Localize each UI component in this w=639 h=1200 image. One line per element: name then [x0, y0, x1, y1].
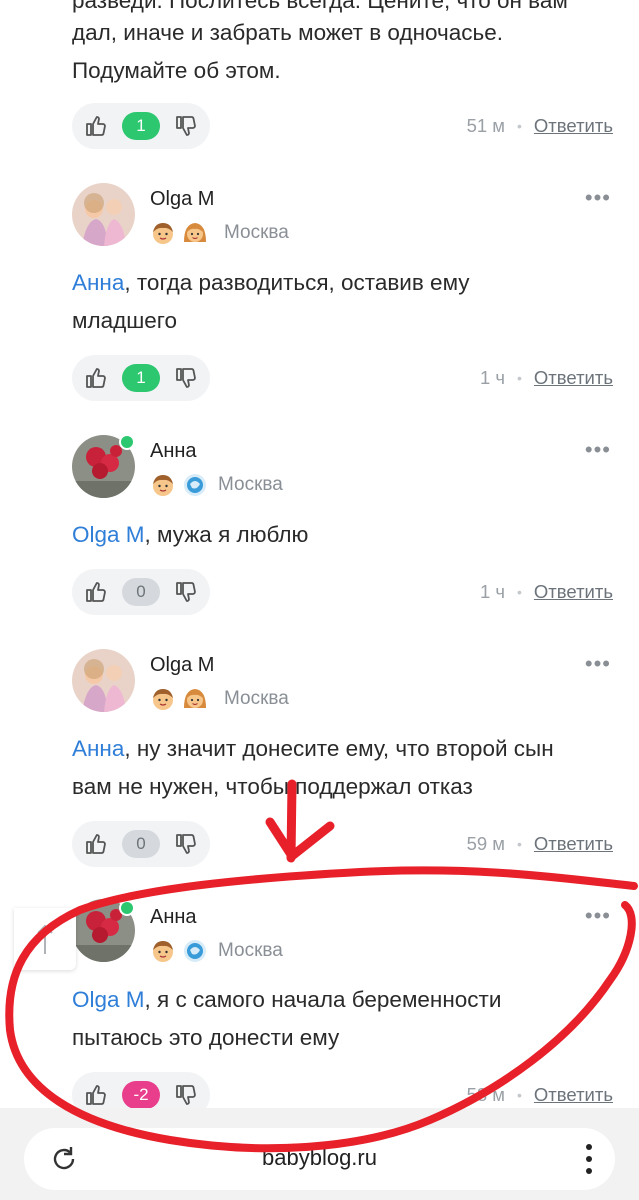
avatar[interactable]	[72, 183, 135, 246]
thumbs-down-icon[interactable]	[174, 580, 198, 604]
avatar[interactable]	[72, 649, 135, 712]
more-dots-icon[interactable]: •••	[585, 903, 611, 929]
author-name[interactable]: Анна	[150, 440, 197, 463]
more-dots-icon[interactable]: •••	[585, 437, 611, 463]
ultrasound-icon	[184, 474, 206, 496]
boy-child-icon	[153, 941, 173, 962]
vote-count: -2	[122, 1081, 160, 1109]
vote-widget: 1	[72, 355, 210, 401]
mention-link[interactable]: Olga M	[72, 522, 145, 547]
separator-dot: •	[517, 836, 522, 852]
separator-dot: •	[517, 584, 522, 600]
vote-widget: 0	[72, 821, 210, 867]
comment-text-line: , тогда разводиться, оставив ему	[124, 270, 470, 295]
vote-widget: 1	[72, 103, 210, 149]
comment-meta: 59 м • Ответить	[467, 833, 613, 855]
comment-time: 1 ч	[479, 367, 506, 388]
author-badges: Москва	[150, 472, 283, 498]
comment-text-line: , я с самого начала беременности	[144, 987, 502, 1012]
comment-text-line: вам не нужен, чтобы поддержал отказ	[72, 774, 473, 799]
thumbs-down-icon[interactable]	[174, 832, 198, 856]
thumbs-up-icon[interactable]	[84, 114, 108, 138]
comment-text-line: Подумайте об этом.	[72, 58, 281, 83]
comment-text: Olga M, мужа я люблю	[72, 516, 599, 554]
author-badges: Москва	[150, 220, 289, 246]
reply-link[interactable]: Ответить	[534, 833, 613, 855]
comment-text: Анна, ну значит донесите ему, что второй…	[72, 730, 599, 768]
mention-link[interactable]: Olga M	[72, 987, 145, 1012]
comment-text-line: пытаюсь это донести ему	[72, 1025, 340, 1050]
mention-link[interactable]: Анна	[72, 736, 124, 761]
comment-text: Olga M, я с самого начала беременности	[72, 981, 599, 1019]
url-text: babyblog.ru	[262, 1145, 377, 1170]
author-city: Москва	[218, 940, 283, 961]
reply-link[interactable]: Ответить	[534, 1084, 613, 1106]
comment-time: 1 ч	[479, 581, 506, 602]
boy-child-icon	[153, 475, 173, 496]
author-name[interactable]: Olga M	[150, 654, 214, 677]
thumbs-up-icon[interactable]	[84, 366, 108, 390]
vote-count: 0	[122, 578, 160, 606]
vote-widget: 0	[72, 569, 210, 615]
author-name[interactable]: Анна	[150, 906, 197, 929]
comment-text: Анна, тогда разводиться, оставив ему	[72, 264, 599, 302]
reply-link[interactable]: Ответить	[534, 367, 613, 389]
reply-link[interactable]: Ответить	[534, 581, 613, 603]
arrow-up-icon	[37, 924, 53, 954]
browser-bottom-bar: babyblog.ru	[0, 1108, 639, 1200]
comment-text-line: дал, иначе и забрать может в одночасье.	[72, 20, 503, 45]
kebab-menu-icon[interactable]	[581, 1142, 597, 1176]
ultrasound-icon	[184, 940, 206, 962]
author-city: Москва	[224, 688, 289, 709]
comment-text-line: , мужа я люблю	[144, 522, 309, 547]
vote-count: 0	[122, 830, 160, 858]
separator-dot: •	[517, 118, 522, 134]
comment-time: 58 м	[466, 1084, 506, 1105]
separator-dot: •	[517, 370, 522, 386]
girl-child-icon	[184, 223, 206, 242]
thumbs-down-icon[interactable]	[174, 366, 198, 390]
comment-meta: 51 м • Ответить	[467, 115, 613, 137]
mention-link[interactable]: Анна	[72, 270, 124, 295]
comment-meta: 58 м • Ответить	[467, 1084, 613, 1106]
boy-child-icon	[153, 223, 173, 244]
boy-child-icon	[153, 689, 173, 710]
scroll-top-button[interactable]	[14, 908, 76, 970]
thumbs-up-icon[interactable]	[84, 832, 108, 856]
more-dots-icon[interactable]: •••	[585, 651, 611, 677]
comment-meta: 1 ч • Ответить	[480, 367, 613, 389]
thumbs-down-icon[interactable]	[174, 1083, 198, 1107]
online-indicator	[119, 900, 135, 916]
vote-count: 1	[122, 364, 160, 392]
thumbs-up-icon[interactable]	[84, 1083, 108, 1107]
author-city: Москва	[224, 222, 289, 243]
comment-time: 59 м	[466, 833, 506, 854]
separator-dot: •	[517, 1087, 522, 1103]
comment-text-line: младшего	[72, 308, 178, 333]
online-indicator	[119, 434, 135, 450]
comment-text-line: , ну значит донесите ему, что второй сын	[124, 736, 554, 761]
author-badges: Москва	[150, 938, 283, 964]
author-city: Москва	[218, 474, 283, 495]
more-dots-icon[interactable]: •••	[585, 185, 611, 211]
comment-meta: 1 ч • Ответить	[480, 581, 613, 603]
address-bar[interactable]: babyblog.ru	[24, 1128, 615, 1190]
vote-count: 1	[122, 112, 160, 140]
thumbs-down-icon[interactable]	[174, 114, 198, 138]
author-badges: Москва	[150, 686, 289, 712]
girl-child-icon	[184, 689, 206, 708]
author-name[interactable]: Olga M	[150, 188, 214, 211]
reply-link[interactable]: Ответить	[534, 115, 613, 137]
comment-time: 51 м	[466, 115, 506, 136]
thumbs-up-icon[interactable]	[84, 580, 108, 604]
